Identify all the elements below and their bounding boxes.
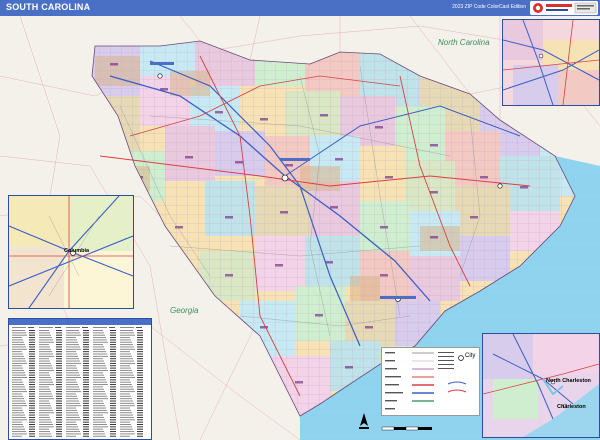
map-legend: City bbox=[381, 347, 480, 416]
inset-map-charleston bbox=[482, 333, 600, 438]
edition-label: 2023 ZIP Code ColorCast Edition bbox=[452, 4, 526, 10]
zip-index-rows bbox=[12, 327, 142, 328]
zip-index-table bbox=[8, 318, 152, 440]
map-frame: SOUTH CAROLINA 2023 ZIP Code ColorCast E… bbox=[0, 0, 600, 440]
georgia-label: Georgia bbox=[170, 306, 199, 315]
inset-map-northeast bbox=[502, 19, 600, 106]
inset-city-north-charleston: North Charleston bbox=[546, 378, 591, 384]
inset-city-charleston: Charleston bbox=[557, 404, 586, 410]
north-carolina-label: North Carolina bbox=[438, 38, 490, 47]
inset-city-columbia: Columbia bbox=[64, 248, 90, 254]
legend-city-label: City bbox=[465, 353, 476, 359]
publisher-logo bbox=[530, 1, 598, 15]
map-title: SOUTH CAROLINA bbox=[6, 2, 91, 12]
title-bar: SOUTH CAROLINA 2023 ZIP Code ColorCast E… bbox=[0, 0, 600, 17]
